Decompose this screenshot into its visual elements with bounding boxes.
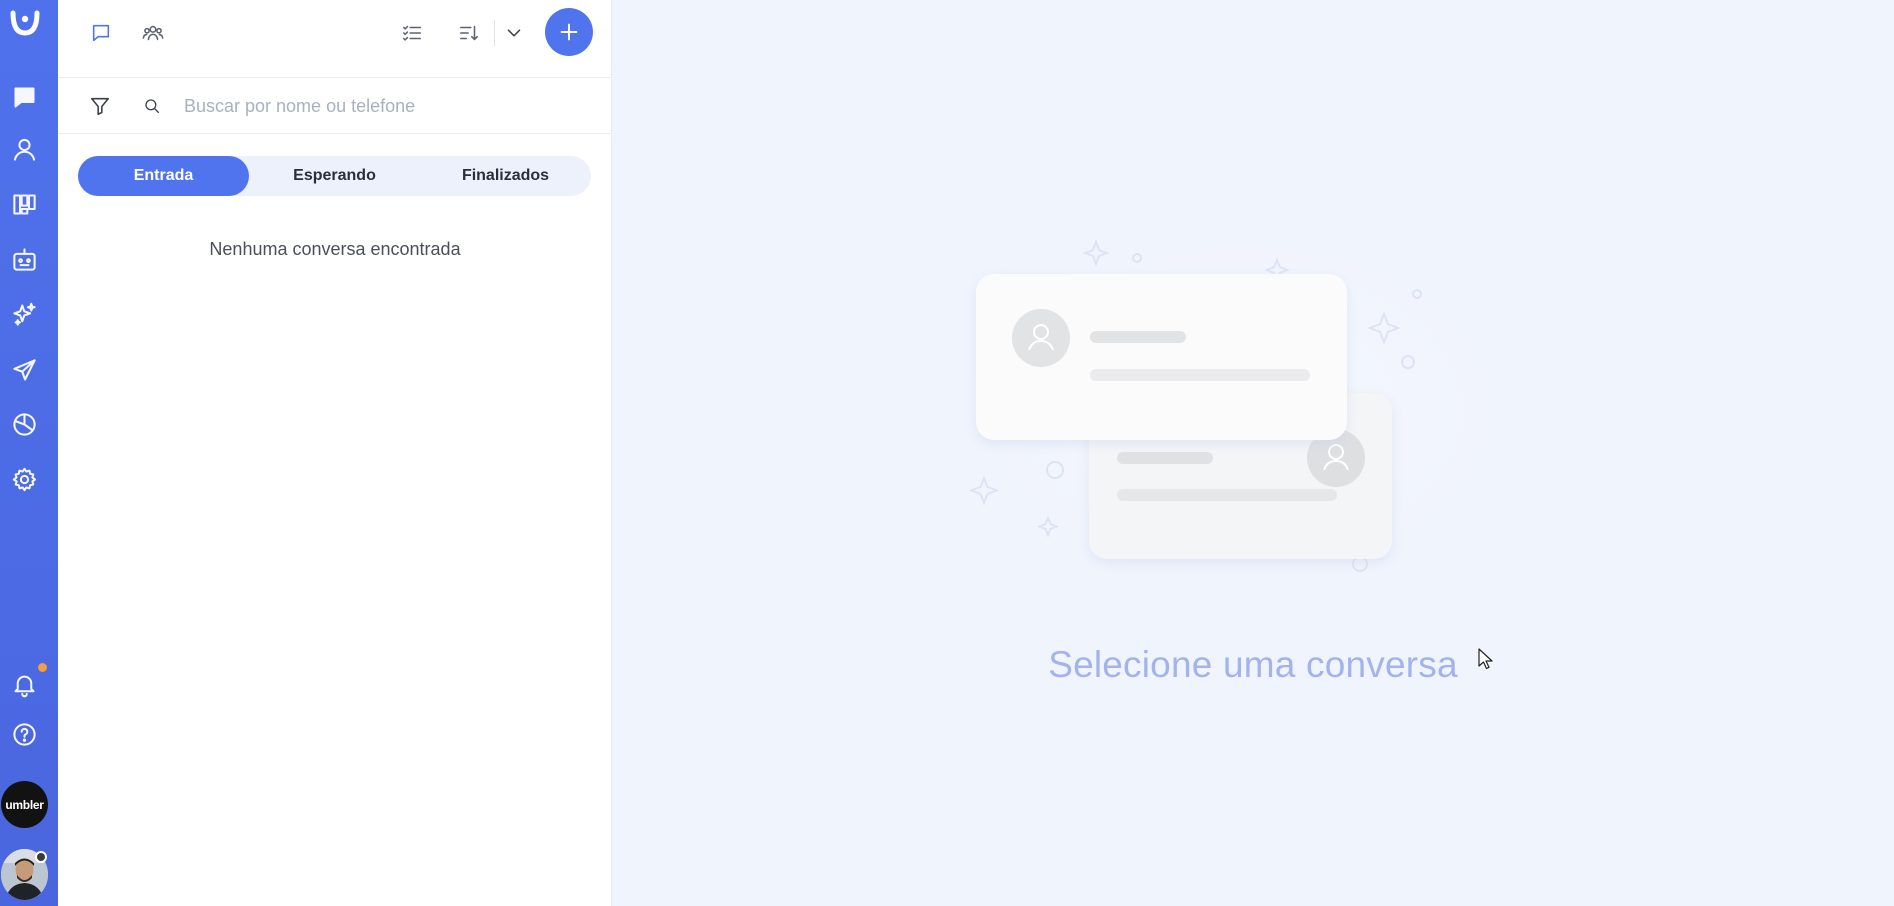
users-group-icon xyxy=(142,25,164,41)
help-circle-icon xyxy=(12,722,36,746)
checklist-button[interactable] xyxy=(394,15,430,51)
nav-bots[interactable] xyxy=(0,239,48,279)
sparkles-icon xyxy=(12,302,36,326)
chevron-down-icon xyxy=(507,29,521,37)
chat-bubble-icon xyxy=(92,24,110,42)
brand-label: umbler xyxy=(5,797,44,812)
paper-plane-icon xyxy=(12,358,36,381)
nav-conversations[interactable] xyxy=(0,77,48,117)
search-icon xyxy=(145,99,160,114)
tab-finalizados[interactable]: Finalizados xyxy=(420,156,591,196)
nav-contacts[interactable] xyxy=(0,129,48,169)
nav-kanban[interactable] xyxy=(0,184,48,224)
panel-toolbar xyxy=(58,0,612,78)
nav-campaigns[interactable] xyxy=(0,350,48,390)
status-tabs: Entrada Esperando Finalizados xyxy=(78,156,591,196)
search-bar xyxy=(58,78,612,134)
user-icon xyxy=(13,138,35,161)
filter-button[interactable] xyxy=(82,88,118,124)
sort-button[interactable] xyxy=(451,15,487,51)
my-conversations-button[interactable] xyxy=(83,15,119,51)
empty-list-message: Nenhuma conversa encontrada xyxy=(209,239,461,259)
filter-icon xyxy=(90,97,110,116)
tab-entrada[interactable]: Entrada xyxy=(78,156,249,196)
pie-chart-icon xyxy=(12,412,36,436)
nav-settings[interactable] xyxy=(0,459,48,499)
new-conversation-button[interactable] xyxy=(545,8,593,56)
chat-bubble-icon xyxy=(13,86,35,108)
nav-help[interactable] xyxy=(0,714,48,754)
nav-rail: umbler xyxy=(0,0,58,906)
notification-badge xyxy=(36,661,49,674)
main-area: Selecione uma conversa xyxy=(612,0,1894,906)
brand-badge[interactable]: umbler xyxy=(1,781,48,828)
conversation-panel: Entrada Esperando Finalizados Nenhuma co… xyxy=(58,0,612,906)
search-icon-wrap xyxy=(136,88,168,124)
nav-reports[interactable] xyxy=(0,404,48,444)
nav-ai[interactable] xyxy=(0,294,48,334)
select-conversation-title: Selecione uma conversa xyxy=(1048,644,1458,685)
sort-dropdown-button[interactable] xyxy=(496,15,532,51)
team-conversations-button[interactable] xyxy=(135,15,171,51)
mouse-cursor-icon xyxy=(1478,648,1493,670)
tab-esperando[interactable]: Esperando xyxy=(249,156,420,196)
toolbar-divider xyxy=(494,20,495,46)
bell-icon xyxy=(13,675,35,697)
robot-icon xyxy=(12,247,36,271)
sort-icon xyxy=(459,25,479,41)
app-logo[interactable] xyxy=(5,5,45,41)
checklist-icon xyxy=(402,25,422,41)
status-dot xyxy=(35,851,47,863)
gear-icon xyxy=(12,467,36,491)
empty-conversation-illustration xyxy=(962,230,1522,595)
search-input[interactable] xyxy=(184,92,584,120)
kanban-board-icon xyxy=(12,193,36,215)
plus-icon xyxy=(560,23,578,41)
